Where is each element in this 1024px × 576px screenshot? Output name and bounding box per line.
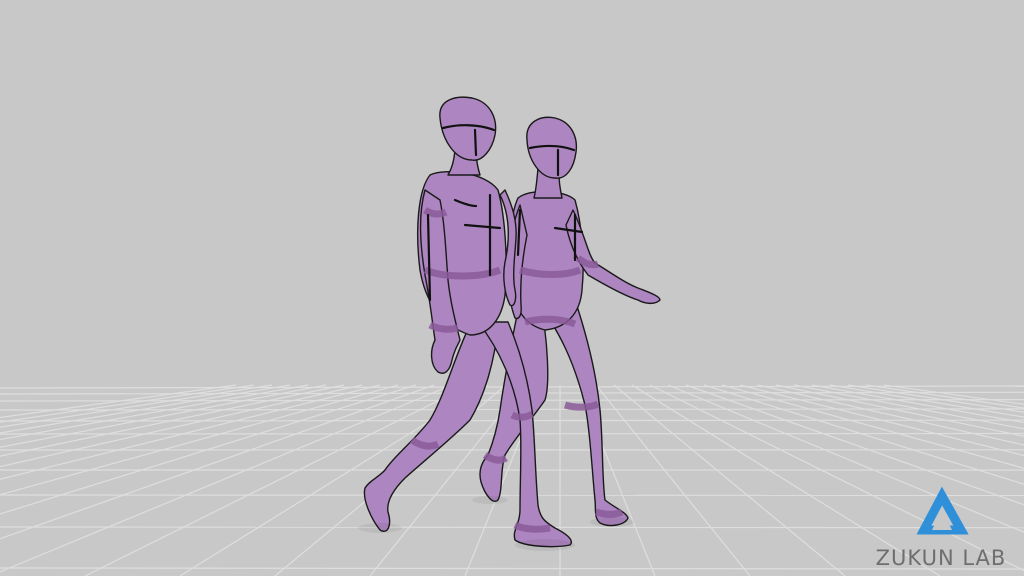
viewport: .skin { fill: #ad86c1; stroke: #1a1a1a; … (0, 0, 1024, 576)
triangle-logo-icon (916, 486, 969, 535)
logo-text: ZUKUN LAB (875, 546, 1007, 570)
shadows (358, 496, 634, 551)
brand-logo: ZUKUN LAB (866, 472, 1016, 572)
